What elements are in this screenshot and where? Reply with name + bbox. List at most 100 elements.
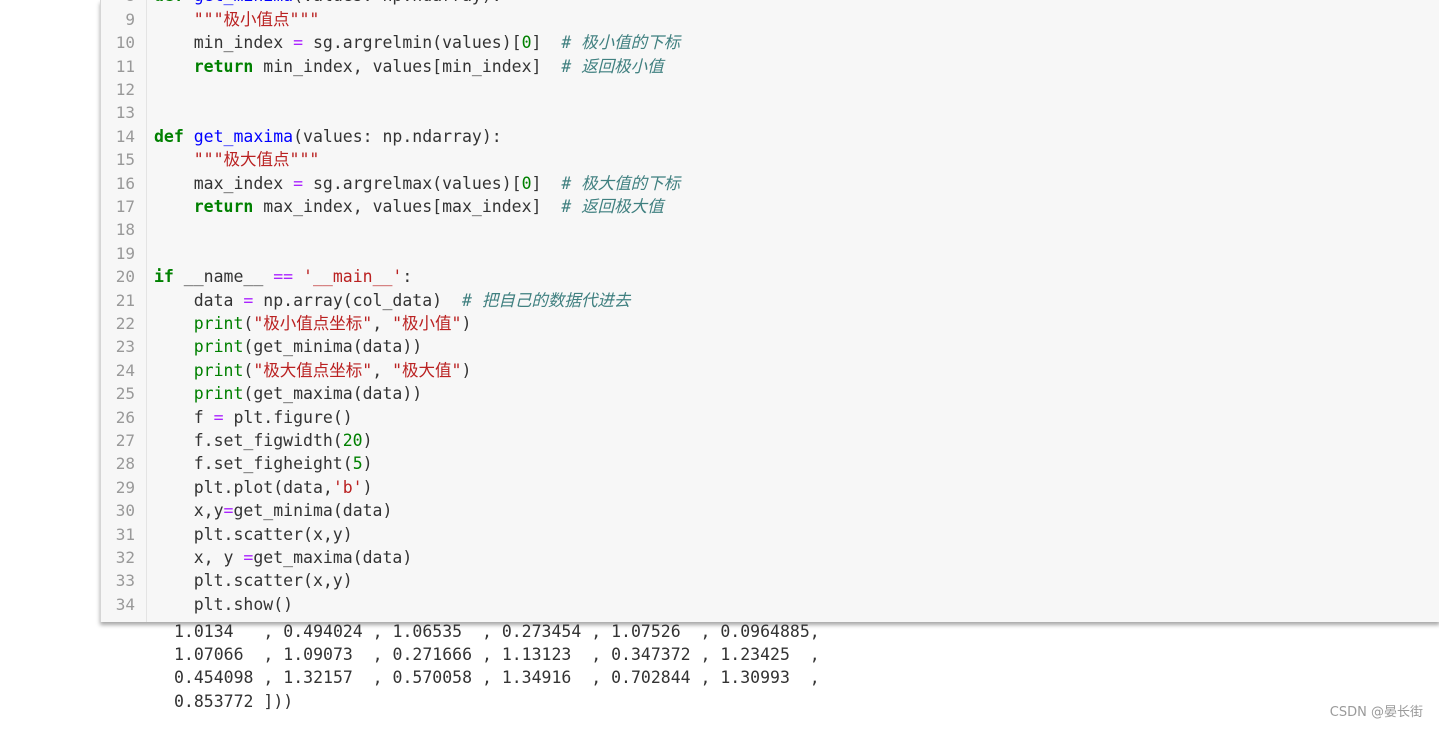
code-token: plt.figure() bbox=[223, 407, 353, 427]
output-area: 1.0134 , 0.494024 , 1.06535 , 0.273454 ,… bbox=[174, 620, 820, 713]
code-line[interactable]: x, y =get_maxima(data) bbox=[154, 546, 1439, 569]
output-line: 1.07066 , 1.09073 , 0.271666 , 1.13123 ,… bbox=[174, 645, 820, 665]
code-token: 'b' bbox=[332, 477, 363, 497]
code-token: , bbox=[372, 314, 393, 333]
code-token: = bbox=[243, 290, 254, 310]
output-line: 1.0134 , 0.494024 , 1.06535 , 0.273454 ,… bbox=[174, 622, 820, 641]
code-token: get_maxima bbox=[193, 126, 294, 146]
line-number: 14 bbox=[115, 126, 135, 146]
code-token: max_index bbox=[154, 173, 294, 193]
code-line[interactable]: if __name__ == '__main__': bbox=[154, 265, 1439, 288]
code-line[interactable]: print("极大值点坐标", "极大值") bbox=[154, 359, 1439, 382]
code-token: ] bbox=[531, 173, 562, 193]
code-line[interactable]: plt.show() bbox=[154, 593, 1439, 616]
code-token: plt.scatter(x,y) bbox=[154, 571, 353, 591]
line-number: 8 bbox=[101, 0, 135, 8]
code-token: """极大值点""" bbox=[193, 150, 320, 170]
code-token: (get_minima(data)) bbox=[243, 337, 423, 357]
code-token: # 极大值的下标 bbox=[561, 173, 681, 193]
line-number: 33 bbox=[115, 571, 135, 591]
code-token: min_index, values[min_index] bbox=[253, 56, 562, 76]
code-token: # 极小值的下标 bbox=[561, 33, 681, 53]
line-number: 10 bbox=[115, 33, 135, 53]
code-line[interactable]: return max_index, values[max_index] # 返回… bbox=[154, 195, 1439, 218]
code-token: ) bbox=[461, 360, 472, 380]
code-line[interactable] bbox=[154, 218, 1439, 241]
line-number: 30 bbox=[115, 501, 135, 521]
line-number: 9 bbox=[125, 9, 135, 29]
code-token: 20 bbox=[342, 431, 363, 450]
code-line[interactable]: plt.plot(data,'b') bbox=[154, 476, 1439, 499]
code-token: f.set_figwidth( bbox=[154, 431, 343, 450]
code-line[interactable] bbox=[154, 101, 1439, 124]
code-token: "极小值点坐标" bbox=[253, 314, 373, 333]
code-token: data bbox=[154, 290, 244, 310]
code-line[interactable]: max_index = sg.argrelmax(values)[0] # 极大… bbox=[154, 172, 1439, 195]
code-token: plt.plot(data, bbox=[154, 477, 333, 497]
code-line[interactable]: print(get_maxima(data)) bbox=[154, 382, 1439, 405]
line-number: 22 bbox=[115, 314, 135, 333]
code-token: "极小值" bbox=[392, 314, 462, 333]
code-token: ) bbox=[461, 314, 472, 333]
code-token: ( bbox=[243, 360, 254, 380]
line-number: 23 bbox=[115, 337, 135, 357]
code-editor[interactable]: 89 10 11 12 13 14 15 16 17 18 19 20 21 22 23 24 25 26 27 28… bbox=[100, 0, 1439, 622]
code-line[interactable]: return min_index, values[min_index] # 返回… bbox=[154, 55, 1439, 78]
line-number: 19 bbox=[115, 243, 135, 263]
code-token: print bbox=[193, 360, 244, 380]
line-number-gutter: 89 10 11 12 13 14 15 16 17 18 19 20 21 22 23 24 25 26 27 28… bbox=[101, 0, 147, 622]
code-token: x,y bbox=[154, 501, 224, 521]
line-number: 11 bbox=[115, 56, 135, 76]
code-token: # 返回极小值 bbox=[561, 56, 664, 76]
code-token: = bbox=[293, 173, 304, 193]
code-token: max_index, values[max_index] bbox=[253, 197, 562, 216]
code-line[interactable] bbox=[154, 78, 1439, 101]
code-token: f.set_figheight( bbox=[154, 454, 353, 474]
code-line[interactable]: def get_minima(values: np.ndarray): bbox=[154, 0, 1439, 8]
code-token: ) bbox=[362, 477, 373, 497]
code-line[interactable]: min_index = sg.argrelmin(values)[0] # 极小… bbox=[154, 31, 1439, 54]
line-number: 18 bbox=[115, 220, 135, 240]
code-token: = bbox=[223, 501, 234, 521]
code-line[interactable]: print("极小值点坐标", "极小值") bbox=[154, 312, 1439, 335]
code-token: plt.show() bbox=[154, 594, 294, 614]
code-line[interactable]: x,y=get_minima(data) bbox=[154, 499, 1439, 522]
code-line[interactable]: """极小值点""" bbox=[154, 8, 1439, 31]
code-line[interactable]: f = plt.figure() bbox=[154, 406, 1439, 429]
output-line: 0.853772 ])) bbox=[174, 691, 294, 711]
code-line[interactable]: plt.scatter(x,y) bbox=[154, 569, 1439, 592]
code-token: def bbox=[154, 0, 194, 5]
code-token: sg.argrelmin(values)[ bbox=[303, 33, 522, 53]
code-token: '__main__' bbox=[303, 267, 403, 287]
code-line[interactable] bbox=[154, 242, 1439, 265]
code-token: = bbox=[243, 548, 254, 567]
code-line[interactable]: def get_maxima(values: np.ndarray): bbox=[154, 125, 1439, 148]
line-number: 12 bbox=[115, 80, 135, 99]
line-number: 15 bbox=[115, 150, 135, 170]
code-line[interactable]: plt.scatter(x,y) bbox=[154, 523, 1439, 546]
line-number: 20 bbox=[115, 267, 135, 287]
line-number: 13 bbox=[115, 103, 135, 123]
line-number: 27 bbox=[115, 431, 135, 450]
code-token: , bbox=[372, 360, 393, 380]
code-area[interactable]: def get_minima(values: np.ndarray): """极… bbox=[154, 0, 1439, 622]
code-token: = bbox=[213, 407, 224, 427]
code-token: x, y bbox=[154, 548, 244, 567]
line-number: 25 bbox=[115, 384, 135, 404]
code-line[interactable]: """极大值点""" bbox=[154, 148, 1439, 171]
code-token: (values: np.ndarray): bbox=[293, 0, 502, 5]
code-token: # 把自己的数据代进去 bbox=[461, 290, 631, 310]
code-token: get_minima bbox=[194, 0, 293, 5]
code-line[interactable]: data = np.array(col_data) # 把自己的数据代进去 bbox=[154, 289, 1439, 312]
code-line[interactable]: print(get_minima(data)) bbox=[154, 335, 1439, 358]
code-line[interactable]: f.set_figwidth(20) bbox=[154, 429, 1439, 452]
line-number: 32 bbox=[115, 548, 135, 567]
code-token: ] bbox=[531, 33, 562, 53]
code-token: def bbox=[154, 126, 194, 146]
code-line[interactable]: f.set_figheight(5) bbox=[154, 452, 1439, 475]
code-token: # 返回极大值 bbox=[561, 197, 664, 216]
line-number: 24 bbox=[115, 360, 135, 380]
